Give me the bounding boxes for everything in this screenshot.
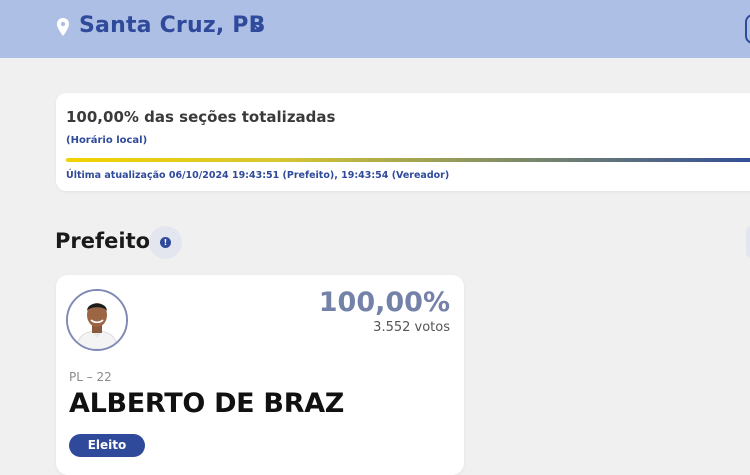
- section-title: Prefeito: [55, 229, 151, 253]
- side-control-button[interactable]: [746, 226, 750, 258]
- candidate-avatar: [66, 289, 128, 351]
- vote-percentage: 100,00%: [318, 287, 450, 318]
- local-time-note: (Horário local): [66, 135, 148, 146]
- totalization-progress-bar: [66, 158, 750, 162]
- info-icon: !: [160, 237, 171, 248]
- vote-count: 3.552 votos: [373, 320, 450, 335]
- info-button[interactable]: !: [149, 226, 182, 259]
- elected-badge: Eleito: [69, 434, 145, 457]
- header-menu-button[interactable]: [745, 14, 750, 44]
- candidate-photo: [68, 291, 126, 349]
- totalization-status-card: 100,00% das seções totalizadas (Horário …: [56, 93, 750, 191]
- progress-fill: [66, 158, 750, 162]
- party-number: PL – 22: [69, 370, 112, 384]
- location-selector[interactable]: Santa Cruz, PB: [79, 13, 266, 38]
- chevron-down-icon[interactable]: [252, 22, 264, 32]
- candidate-name: ALBERTO DE BRAZ: [69, 388, 345, 419]
- last-update-text: Última atualização 06/10/2024 19:43:51 (…: [66, 170, 450, 181]
- sections-totalized-text: 100,00% das seções totalizadas: [66, 108, 336, 126]
- app-header: Santa Cruz, PB: [0, 0, 750, 58]
- candidate-card[interactable]: 100,00% 3.552 votos PL – 22 ALBERTO DE B…: [56, 275, 464, 475]
- location-pin-icon: [57, 18, 69, 36]
